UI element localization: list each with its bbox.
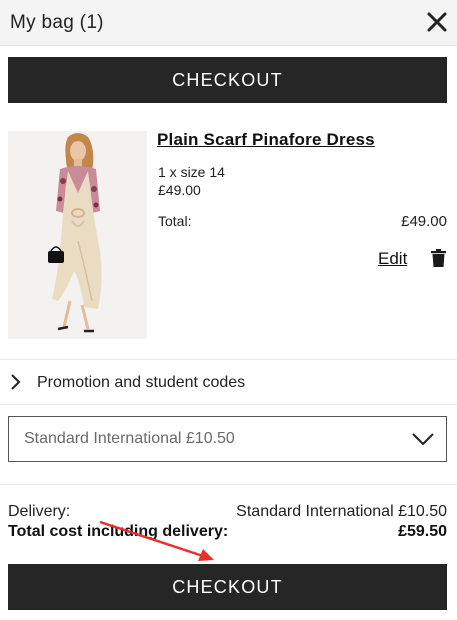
divider [0, 404, 457, 405]
bag-title: My bag (1) [10, 12, 104, 33]
delivery-select-value: Standard International £10.50 [24, 430, 235, 447]
total-cost-value: £59.50 [398, 523, 447, 540]
delivery-label: Delivery: [8, 503, 71, 520]
item-total-label: Total: [158, 213, 192, 229]
delivery-option-select[interactable]: Standard International £10.50 [8, 416, 447, 462]
checkout-button-top[interactable]: CHECKOUT [8, 57, 447, 103]
chevron-right-icon [10, 374, 22, 390]
product-quantity-size: 1 x size 14 [158, 164, 225, 180]
trash-icon[interactable] [431, 249, 446, 267]
bag-header: My bag (1) [0, 0, 457, 46]
product-name-link[interactable]: Plain Scarf Pinafore Dress [157, 130, 375, 150]
close-icon[interactable] [425, 10, 449, 34]
divider [0, 484, 457, 485]
total-cost-label: Total cost including delivery: [8, 523, 229, 540]
checkout-button-bottom[interactable]: CHECKOUT [8, 564, 447, 610]
promo-codes-label: Promotion and student codes [37, 374, 246, 391]
chevron-down-icon [412, 432, 434, 446]
promo-codes-toggle[interactable]: Promotion and student codes [0, 360, 457, 404]
product-image[interactable] [8, 131, 147, 339]
delivery-value: Standard International £10.50 [236, 503, 447, 520]
item-total-value: £49.00 [401, 213, 447, 230]
edit-item-link[interactable]: Edit [378, 249, 407, 269]
product-price: £49.00 [158, 182, 201, 198]
